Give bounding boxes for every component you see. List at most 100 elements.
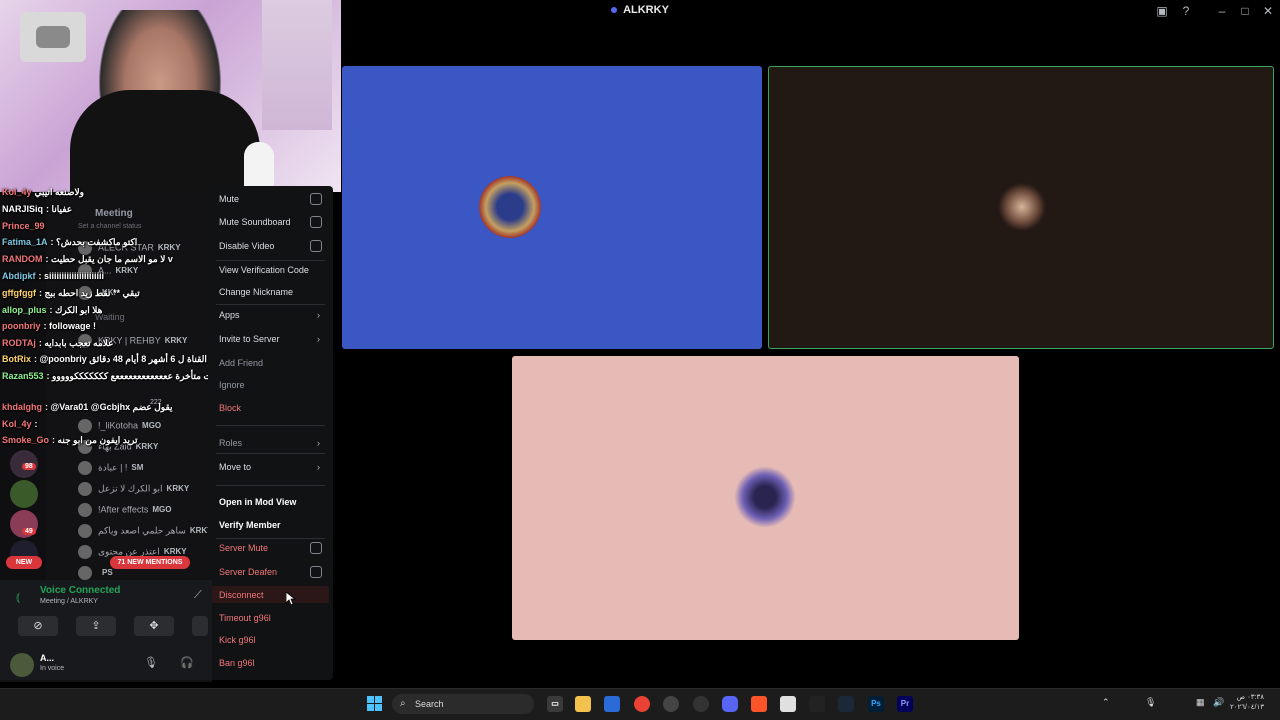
- menu-item-roles[interactable]: Roles: [219, 438, 242, 448]
- menu-item-change-nickname[interactable]: Change Nickname: [219, 287, 293, 297]
- menu-item-view-verification-code[interactable]: View Verification Code: [219, 265, 309, 275]
- task-view-icon[interactable]: ▭: [547, 696, 563, 712]
- screen-share-button[interactable]: ⇪: [76, 616, 116, 636]
- chevron-up-icon[interactable]: ⌃: [1102, 697, 1110, 708]
- menu-divider: [216, 260, 325, 261]
- video-tile-user-2-speaking[interactable]: [768, 66, 1274, 349]
- menu-item-timeout[interactable]: Timeout g96l: [219, 613, 271, 623]
- minimize-icon[interactable]: –: [1214, 3, 1230, 19]
- menu-divider: [216, 304, 325, 305]
- menu-item-kick[interactable]: Kick g96l: [219, 635, 256, 645]
- microphone-icon[interactable]: 🎙: [144, 656, 158, 669]
- steam-icon[interactable]: [838, 696, 854, 712]
- chat-message: poonbriy: followage !: [2, 321, 96, 331]
- menu-item-open-in-mod-view[interactable]: Open in Mod View: [219, 497, 296, 507]
- user-avatar: [997, 182, 1047, 232]
- menu-item-server-mute[interactable]: Server Mute: [219, 543, 268, 553]
- list-item[interactable]: !After effects MGO: [78, 503, 171, 517]
- list-item[interactable]: عبادة | ! SM: [78, 461, 143, 475]
- user-name[interactable]: A...: [40, 653, 54, 663]
- avatar[interactable]: [10, 653, 34, 677]
- discord-taskbar-icon[interactable]: [722, 696, 738, 712]
- file-explorer-icon[interactable]: [575, 696, 591, 712]
- menu-item-ignore[interactable]: Ignore: [219, 380, 245, 390]
- close-icon[interactable]: ✕: [1260, 3, 1276, 19]
- maximize-icon[interactable]: □: [1237, 3, 1253, 19]
- window-title-text: ALKRKY: [623, 4, 669, 16]
- notepad-icon[interactable]: [780, 696, 796, 712]
- video-tile-user-3[interactable]: [512, 356, 1019, 640]
- user-avatar: [734, 466, 796, 528]
- new-mentions-badge[interactable]: 71 NEW MENTIONS: [110, 556, 190, 569]
- photoshop-icon[interactable]: Ps: [868, 696, 884, 712]
- list-item[interactable]: PS: [78, 566, 113, 580]
- avatar: [78, 566, 92, 580]
- server-deafen-checkbox[interactable]: [310, 566, 322, 578]
- mute-checkbox[interactable]: [310, 193, 322, 205]
- clock-time: ٠٣:٣٨ ص: [1236, 694, 1264, 701]
- chat-message: Fatima_1A: اكتو ماكشفت بحدش؟: [2, 237, 138, 247]
- chrome-icon[interactable]: [634, 696, 650, 712]
- video-tile-user-1[interactable]: [342, 66, 762, 349]
- avatar: [78, 461, 92, 475]
- menu-divider: [216, 453, 325, 454]
- chat-message: gffgfggf: تبقي ** نقط زيد احطه ببج: [2, 288, 140, 298]
- menu-item-invite-to-server[interactable]: Invite to Server: [219, 334, 280, 344]
- mute-soundboard-checkbox[interactable]: [310, 216, 322, 228]
- microphone-tray-icon[interactable]: 🎙: [1145, 697, 1156, 708]
- chat-message: allop_plus: هلا ابو الكرك: [2, 305, 103, 315]
- search-icon: ⌕: [400, 698, 406, 709]
- taskbar-search[interactable]: Search: [392, 694, 534, 714]
- menu-item-add-friend[interactable]: Add Friend: [219, 358, 263, 368]
- store-icon[interactable]: [604, 696, 620, 712]
- list-item[interactable]: ساهر حلمي اصعد وياكم KRKY: [78, 524, 213, 538]
- camera-off-button[interactable]: ⊘: [18, 616, 58, 636]
- user-avatar: [479, 176, 541, 238]
- webcam-overlay: [0, 0, 341, 192]
- disable-video-checkbox[interactable]: [310, 240, 322, 252]
- voice-status[interactable]: Voice Connected: [40, 585, 120, 596]
- chevron-right-icon: ›: [317, 334, 320, 344]
- obs-icon[interactable]: [663, 696, 679, 712]
- server-icon[interactable]: [10, 480, 38, 508]
- brave-icon[interactable]: [751, 696, 767, 712]
- avatar: [78, 545, 92, 559]
- steam-helper-icon[interactable]: [693, 696, 709, 712]
- clock-date: ٢٠٢٦/٠٤/١٣: [1230, 704, 1264, 711]
- menu-item-apps[interactable]: Apps: [219, 310, 240, 320]
- list-item[interactable]: ابو الكرك لا تزعل KRKY: [78, 482, 189, 496]
- inbox-icon[interactable]: ▣: [1154, 3, 1170, 19]
- premiere-icon[interactable]: Pr: [897, 696, 913, 712]
- voice-location[interactable]: Meeting / ALKRKY: [40, 598, 98, 605]
- menu-item-mute[interactable]: Mute: [219, 194, 239, 204]
- menu-item-mute-soundboard[interactable]: Mute Soundboard: [219, 217, 291, 227]
- menu-item-block[interactable]: Block: [219, 403, 241, 413]
- capcut-icon[interactable]: [809, 696, 825, 712]
- chat-message: Kol_4y ولاصنعه اتيبي: [2, 187, 84, 197]
- disconnect-call-icon[interactable]: ⟋: [194, 589, 202, 602]
- avatar: [78, 482, 92, 496]
- user-context-menu: Mute Mute Soundboard Disable Video View …: [208, 186, 333, 680]
- help-icon[interactable]: ?: [1178, 3, 1194, 19]
- volume-icon[interactable]: 🔊: [1213, 697, 1224, 708]
- soundboard-button[interactable]: [192, 616, 208, 636]
- activities-button[interactable]: ✥: [134, 616, 174, 636]
- menu-item-server-deafen[interactable]: Server Deafen: [219, 567, 277, 577]
- shelf: [262, 0, 332, 130]
- menu-item-verify-member[interactable]: Verify Member: [219, 520, 281, 530]
- chevron-right-icon: ›: [317, 310, 320, 320]
- new-badge[interactable]: NEW: [6, 556, 42, 569]
- chat-message: Prince_99: [2, 221, 45, 231]
- menu-item-ban[interactable]: Ban g96l: [219, 658, 255, 668]
- menu-divider: [216, 425, 325, 426]
- menu-item-disconnect[interactable]: Disconnect: [219, 590, 264, 600]
- server-mute-checkbox[interactable]: [310, 542, 322, 554]
- mouse-cursor-icon: [286, 592, 296, 606]
- windows-start-icon[interactable]: [367, 696, 383, 712]
- taskbar-clock[interactable]: ٠٣:٣٨ ص ٢٠٢٦/٠٤/١٣: [1230, 693, 1264, 713]
- menu-item-move-to[interactable]: Move to: [219, 462, 251, 472]
- menu-item-disable-video[interactable]: Disable Video: [219, 241, 274, 251]
- chevron-right-icon: ›: [317, 462, 320, 472]
- headphones-icon[interactable]: 🎧: [180, 656, 194, 669]
- network-icon[interactable]: ▦: [1196, 697, 1205, 708]
